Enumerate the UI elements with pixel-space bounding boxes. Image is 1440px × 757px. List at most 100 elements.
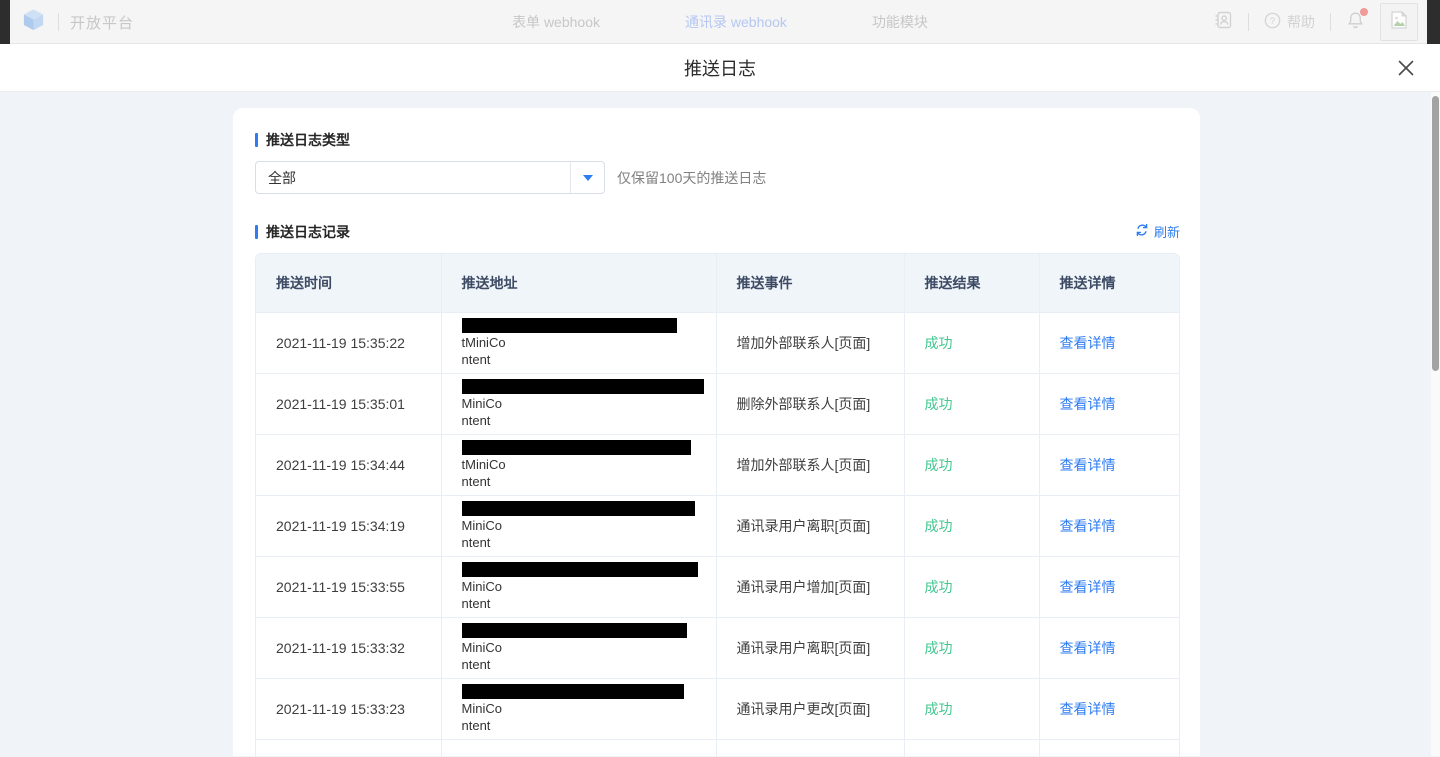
cell-push-time: 2021-11-19 15:33:55 xyxy=(256,556,441,617)
redaction-bar xyxy=(462,379,704,394)
window-edge-right xyxy=(1427,0,1440,44)
redaction-bar xyxy=(462,318,677,333)
address-book-icon[interactable] xyxy=(1213,10,1233,35)
cell-push-result: 成功 xyxy=(904,678,1039,739)
empty-cell xyxy=(441,739,716,756)
col-push-detail: 推送详情 xyxy=(1039,254,1180,312)
table-row: 2021-11-19 15:34:44 tMiniCo ntent 增加外部联系人[页… xyxy=(256,434,1180,495)
avatar[interactable] xyxy=(1380,3,1418,41)
table-row: 2021-11-19 15:33:23 MiniCo ntent 通讯录用户更改[页面… xyxy=(256,678,1180,739)
refresh-icon xyxy=(1135,223,1149,240)
cell-push-time: 2021-11-19 15:33:23 xyxy=(256,678,441,739)
cell-push-result: 成功 xyxy=(904,617,1039,678)
cell-push-detail: 查看详情 xyxy=(1039,312,1180,373)
cell-push-url: MiniContent xyxy=(441,373,716,434)
cell-push-url: tMiniCo ntent xyxy=(441,434,716,495)
redaction-bar xyxy=(462,501,695,516)
cell-push-time: 2021-11-19 15:34:44 xyxy=(256,434,441,495)
col-push-result: 推送结果 xyxy=(904,254,1039,312)
view-details-link[interactable]: 查看详情 xyxy=(1060,457,1116,473)
cell-push-event: 通讯录用户增加[页面] xyxy=(716,556,904,617)
select-arrow-zone[interactable] xyxy=(570,162,604,193)
url-tail-text: MiniCo xyxy=(462,518,502,533)
notification-dot xyxy=(1360,8,1368,16)
scrollbar-track[interactable] xyxy=(1431,92,1440,756)
close-icon[interactable] xyxy=(1395,57,1417,79)
blue-accent-bar xyxy=(255,133,258,147)
help-label: 帮助 xyxy=(1287,12,1315,32)
url-tail-text: tMiniCo xyxy=(462,457,506,472)
nav-tabs: 表单 webhook 通讯录 webhook 功能模块 xyxy=(512,0,928,44)
view-details-link[interactable]: 查看详情 xyxy=(1060,579,1116,595)
cell-push-time: 2021-11-19 15:33:32 xyxy=(256,617,441,678)
scrollbar-thumb[interactable] xyxy=(1432,96,1439,371)
broken-avatar-icon xyxy=(1388,9,1410,36)
table-row: 2021-11-19 15:34:19MiniContent通讯录用户离职[页面… xyxy=(256,495,1180,556)
cell-push-time: 2021-11-19 15:35:01 xyxy=(256,373,441,434)
view-details-link[interactable]: 查看详情 xyxy=(1060,701,1116,717)
help-circle-icon: ? xyxy=(1264,12,1281,32)
cube-logo-icon xyxy=(20,6,47,38)
retention-hint: 仅保留100天的推送日志 xyxy=(617,168,766,188)
cell-push-event: 通讯录用户更改[页面] xyxy=(716,678,904,739)
cell-push-detail: 查看详情 xyxy=(1039,617,1180,678)
log-type-select[interactable]: 全部 xyxy=(255,161,605,194)
url-line2-text: ntent xyxy=(462,596,491,611)
modal-header: 推送日志 xyxy=(0,44,1440,92)
redaction-bar xyxy=(462,684,684,699)
url-tail-text: MiniCo xyxy=(462,701,502,716)
empty-cell xyxy=(904,739,1039,756)
cell-push-event: 增加外部联系人[页面] xyxy=(716,312,904,373)
cell-push-url: MiniCo ntent xyxy=(441,678,716,739)
page-title: 推送日志 xyxy=(684,55,756,81)
url-line2-text: ntent xyxy=(462,718,491,733)
view-details-link[interactable]: 查看详情 xyxy=(1060,396,1116,412)
cell-push-detail: 查看详情 xyxy=(1039,495,1180,556)
push-log-table: 推送时间 推送地址 推送事件 推送结果 推送详情 2021-11-19 15:3… xyxy=(255,253,1180,756)
cell-push-detail: 查看详情 xyxy=(1039,434,1180,495)
view-details-link[interactable]: 查看详情 xyxy=(1060,640,1116,656)
url-tail-text: MiniCo xyxy=(462,396,502,411)
cell-push-result: 成功 xyxy=(904,434,1039,495)
tab-function-modules[interactable]: 功能模块 xyxy=(872,12,928,32)
url-line2-text: ntent xyxy=(462,352,491,367)
col-push-url: 推送地址 xyxy=(441,254,716,312)
table-row: 2021-11-19 15:33:55 MiniCo ntent 通讯录用户增加[页面… xyxy=(256,556,1180,617)
url-tail-text: MiniCo xyxy=(462,579,502,594)
table-row: 2021-11-19 15:35:22tMiniContent增加外部联系人[页… xyxy=(256,312,1180,373)
cell-push-url: MiniCo ntent xyxy=(441,495,716,556)
select-value: 全部 xyxy=(256,162,570,193)
cell-push-result: 成功 xyxy=(904,373,1039,434)
blue-accent-bar xyxy=(255,225,258,239)
col-push-time: 推送时间 xyxy=(256,254,441,312)
refresh-button[interactable]: 刷新 xyxy=(1135,222,1180,241)
cell-push-time: 2021-11-19 15:35:22 xyxy=(256,312,441,373)
cell-push-url: MiniCo ntent xyxy=(441,556,716,617)
records-section-title: 推送日志记录 xyxy=(255,224,350,240)
redaction-bar xyxy=(462,562,698,577)
table-row: 2021-11-19 15:35:01MiniContent删除外部联系人[页面… xyxy=(256,373,1180,434)
nav-divider xyxy=(1330,13,1331,31)
tab-contacts-webhook[interactable]: 通讯录 webhook xyxy=(685,12,787,32)
tab-form-webhook[interactable]: 表单 webhook xyxy=(512,12,600,32)
nav-divider xyxy=(1248,13,1249,31)
url-line2-text: ntent xyxy=(462,657,491,672)
chevron-down-icon xyxy=(583,175,593,181)
url-line2-text: ntent xyxy=(462,474,491,489)
table-header-row: 推送时间 推送地址 推送事件 推送结果 推送详情 xyxy=(256,254,1180,312)
view-details-link[interactable]: 查看详情 xyxy=(1060,518,1116,534)
cell-push-event: 增加外部联系人[页面] xyxy=(716,434,904,495)
empty-cell xyxy=(1039,739,1180,756)
url-line2-text: ntent xyxy=(462,535,491,550)
cell-push-url: tMiniContent xyxy=(441,312,716,373)
redaction-bar xyxy=(462,440,691,455)
cell-push-event: 通讯录用户离职[页面] xyxy=(716,617,904,678)
notifications-button[interactable] xyxy=(1346,10,1365,35)
cell-push-result: 成功 xyxy=(904,312,1039,373)
cell-push-detail: 查看详情 xyxy=(1039,373,1180,434)
help-button[interactable]: ? 帮助 xyxy=(1264,12,1315,32)
view-details-link[interactable]: 查看详情 xyxy=(1060,335,1116,351)
window-edge-left xyxy=(0,0,10,44)
empty-cell xyxy=(256,739,441,756)
push-log-card: 推送日志类型 全部 仅保留100天的推送日志 推送日志记录 xyxy=(233,108,1200,756)
